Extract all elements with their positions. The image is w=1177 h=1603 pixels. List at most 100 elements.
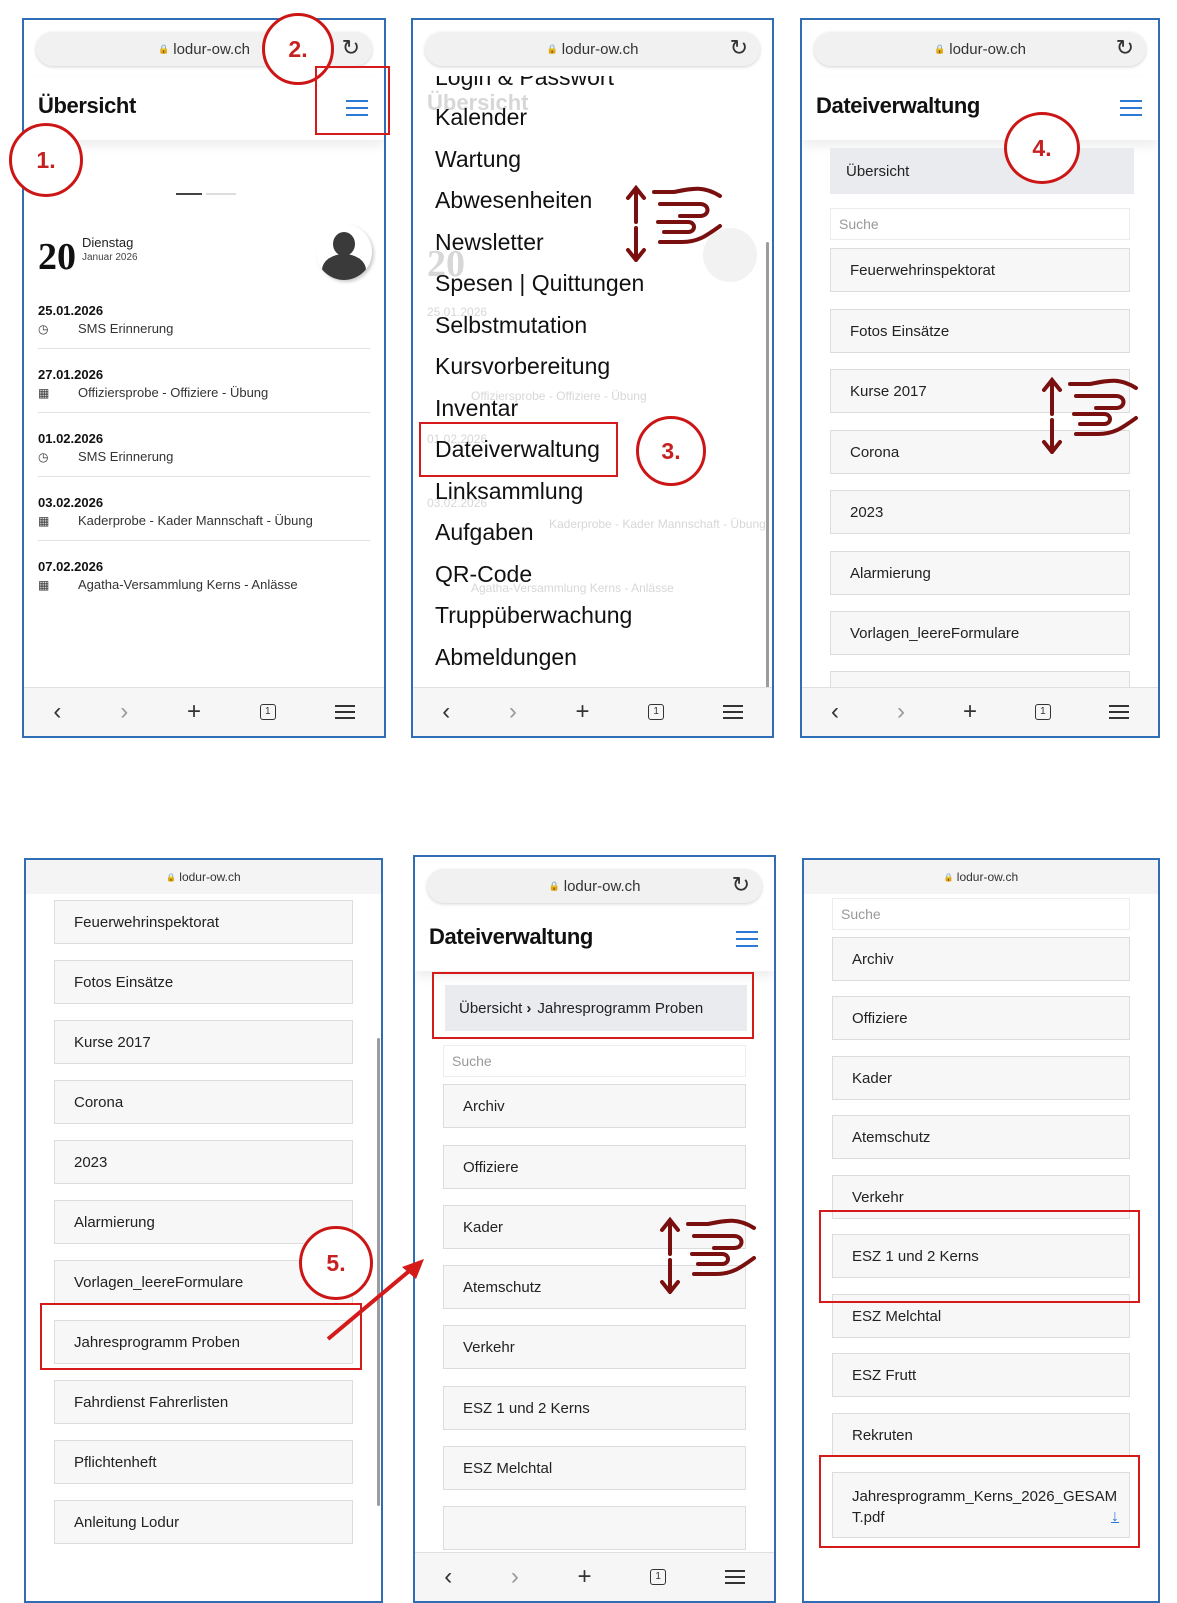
forward-icon[interactable]: ›	[511, 1563, 519, 1591]
folder-item[interactable]: Kader	[832, 1056, 1130, 1100]
highlight-pdf-file	[819, 1455, 1140, 1548]
folder-item[interactable]: Anleitung Lodur	[54, 1500, 353, 1544]
browser-menu-icon[interactable]	[722, 705, 743, 719]
highlight-hamburger	[315, 66, 390, 135]
folder-item[interactable]: Alarmierung	[830, 551, 1130, 595]
back-icon[interactable]: ‹	[831, 698, 839, 726]
folder-item[interactable]: Verkehr	[443, 1325, 746, 1369]
arrow-icon	[326, 1259, 424, 1341]
event-item[interactable]: 01.02.2026 ◷ SMS Erinnerung	[38, 431, 370, 477]
callout-badge-1: 1.	[9, 123, 83, 197]
search-input[interactable]: Suche	[830, 208, 1130, 240]
scrollbar[interactable]	[766, 242, 769, 688]
url-text: lodur-ow.ch	[561, 40, 639, 58]
menu-item-aufgaben[interactable]: Aufgaben	[435, 519, 533, 546]
calendar-icon: ▦	[38, 577, 50, 592]
reload-icon[interactable]: ↻	[1116, 35, 1134, 61]
address-bar[interactable]: 🔒 lodur-ow.ch ↻	[814, 32, 1146, 66]
new-tab-icon[interactable]: +	[577, 1563, 591, 1591]
avatar[interactable]	[316, 224, 372, 280]
address-bar[interactable]: 🔒 lodur-ow.ch ↻	[425, 32, 760, 66]
folder-item[interactable]: Atemschutz	[832, 1115, 1130, 1159]
folder-item[interactable]: Offiziere	[443, 1145, 746, 1189]
folder-item[interactable]: Pflichtenheft	[54, 1440, 353, 1484]
folder-item[interactable]: ESZ 1 und 2 Kerns	[443, 1386, 746, 1430]
back-icon[interactable]: ‹	[53, 698, 61, 726]
folder-item[interactable]: Kurse 2017	[54, 1020, 353, 1064]
browser-toolbar: ‹ › + 1	[413, 687, 772, 736]
tabs-icon[interactable]: 1	[259, 704, 276, 720]
folder-item[interactable]: Fahrdienst Fahrerlisten	[54, 1380, 353, 1424]
breadcrumb-root[interactable]: Übersicht	[846, 163, 909, 180]
menu-item-spesen[interactable]: Spesen | Quittungen	[435, 270, 644, 297]
address-bar-compact[interactable]: 🔒 lodur-ow.ch	[804, 860, 1158, 894]
folder-item-partial[interactable]	[443, 1506, 746, 1550]
menu-item-selbstmutation[interactable]: Selbstmutation	[435, 312, 587, 339]
folder-item[interactable]: Vorlagen_leereFormulare	[830, 611, 1130, 655]
folder-item[interactable]: Archiv	[832, 937, 1130, 981]
event-text: SMS Erinnerung	[78, 449, 174, 464]
menu-item-qr-code[interactable]: QR-Code	[435, 561, 532, 588]
forward-icon[interactable]: ›	[120, 698, 128, 726]
reload-icon[interactable]: ↻	[732, 872, 750, 898]
page-title: Übersicht	[38, 93, 136, 118]
folder-item[interactable]: Feuerwehrinspektorat	[830, 248, 1130, 292]
folder-item[interactable]: Feuerwehrinspektorat	[54, 900, 353, 944]
day-number: 20	[38, 236, 76, 278]
event-text: Kaderprobe - Kader Mannschaft - Übung	[78, 513, 313, 528]
back-icon[interactable]: ‹	[444, 1563, 452, 1591]
forward-icon[interactable]: ›	[897, 698, 905, 726]
forward-icon[interactable]: ›	[509, 698, 517, 726]
menu-item-wartung[interactable]: Wartung	[435, 146, 521, 173]
menu-item-inventar[interactable]: Inventar	[435, 395, 518, 422]
menu-item-newsletter[interactable]: Newsletter	[435, 229, 544, 256]
menu-item-login[interactable]: Login & Passwort	[435, 76, 614, 91]
menu-item-abmeldungen[interactable]: Abmeldungen	[435, 644, 577, 671]
folder-item[interactable]: 2023	[830, 490, 1130, 534]
folder-item[interactable]: Offiziere	[832, 996, 1130, 1040]
tabs-icon[interactable]: 1	[650, 1569, 667, 1585]
tabs-icon[interactable]: 1	[1034, 704, 1051, 720]
folder-item[interactable]: Fotos Einsätze	[830, 309, 1130, 353]
hamburger-menu-icon[interactable]	[1120, 100, 1142, 116]
reload-icon[interactable]: ↻	[730, 35, 748, 61]
folder-item[interactable]: 2023	[54, 1140, 353, 1184]
hamburger-menu-icon[interactable]	[736, 931, 758, 947]
event-item[interactable]: 03.02.2026 ▦ Kaderprobe - Kader Mannschaf…	[38, 495, 370, 541]
menu-item-kalender[interactable]: Kalender	[435, 104, 527, 131]
month-year: Januar 2026	[82, 252, 138, 263]
browser-menu-icon[interactable]	[724, 1570, 745, 1584]
new-tab-icon[interactable]: +	[575, 698, 589, 726]
folder-item[interactable]: Archiv	[443, 1084, 746, 1128]
menu-item-truppueberwachung[interactable]: Truppüberwachung	[435, 602, 632, 629]
url-text: lodur-ow.ch	[179, 870, 241, 884]
address-bar[interactable]: 🔒 lodur-ow.ch ↻	[427, 869, 762, 903]
back-icon[interactable]: ‹	[442, 698, 450, 726]
url-text: lodur-ow.ch	[173, 40, 250, 58]
event-item[interactable]: 27.01.2026 ▦ Offiziersprobe - Offiziere -…	[38, 367, 370, 413]
breadcrumb[interactable]: Übersicht	[830, 148, 1134, 194]
event-item[interactable]: 07.02.2026 ▦ Agatha-Versammlung Kerns - A…	[38, 559, 370, 592]
weekday: Dienstag	[82, 235, 134, 250]
browser-menu-icon[interactable]	[1108, 705, 1129, 719]
address-bar-compact[interactable]: 🔒 lodur-ow.ch	[26, 860, 381, 894]
reload-icon[interactable]: ↻	[342, 35, 360, 61]
new-tab-icon[interactable]: +	[963, 698, 977, 726]
search-input[interactable]: Suche	[832, 898, 1130, 930]
tabs-icon[interactable]: 1	[648, 704, 665, 720]
folder-item[interactable]: Fotos Einsätze	[54, 960, 353, 1004]
folder-item[interactable]: ESZ Frutt	[832, 1353, 1130, 1397]
menu-item-kursvorbereitung[interactable]: Kursvorbereitung	[435, 353, 610, 380]
new-tab-icon[interactable]: +	[187, 698, 201, 726]
event-item[interactable]: 25.01.2026 ◷ SMS Erinnerung	[38, 303, 370, 349]
menu-item-linksammlung[interactable]: Linksammlung	[435, 478, 583, 505]
event-text: Agatha-Versammlung Kerns - Anlässe	[78, 577, 298, 592]
folder-item[interactable]: ESZ Melchtal	[443, 1446, 746, 1490]
clock-icon: ◷	[38, 321, 49, 336]
folder-item[interactable]: Corona	[54, 1080, 353, 1124]
search-input[interactable]: Suche	[443, 1045, 746, 1077]
menu-item-abwesenheiten[interactable]: Abwesenheiten	[435, 187, 592, 214]
event-date: 07.02.2026	[38, 559, 104, 574]
browser-menu-icon[interactable]	[334, 705, 355, 719]
folder-item[interactable]: Rekruten	[832, 1413, 1130, 1457]
